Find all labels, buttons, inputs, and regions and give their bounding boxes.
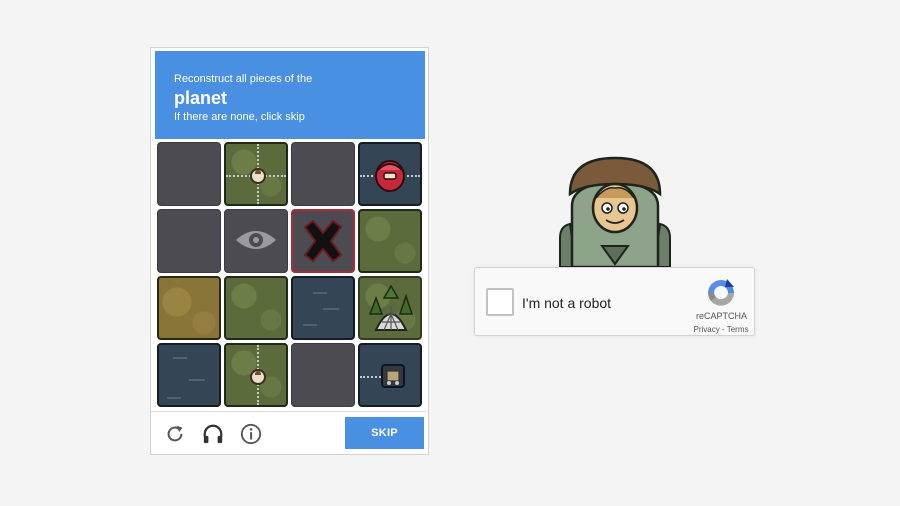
water-ripple <box>173 357 187 359</box>
instruction-text: Reconstruct all pieces of the <box>174 73 313 85</box>
tile-r1-c1[interactable] <box>224 209 288 273</box>
target-object-text: planet <box>174 88 228 108</box>
tile-r1-c3[interactable] <box>358 209 422 273</box>
tile-r3-c2[interactable] <box>291 343 355 407</box>
tile-r1-c0[interactable] <box>157 209 221 273</box>
headphones-icon[interactable] <box>202 423 224 445</box>
not-robot-label[interactable]: I'm not a robot <box>522 295 611 311</box>
skip-button[interactable]: SKIP <box>345 417 424 449</box>
tile-r2-c2[interactable] <box>291 276 355 340</box>
recaptcha-logo-icon <box>708 279 734 306</box>
dome-trees-icon <box>368 284 414 331</box>
challenge-header: Reconstruct all pieces of the planet If … <box>155 51 425 139</box>
mascot-illustration <box>559 156 671 267</box>
water-ripple <box>189 379 205 381</box>
tile-r2-c3[interactable] <box>358 276 422 340</box>
red-portal-icon <box>375 160 405 192</box>
reload-icon[interactable] <box>164 423 186 445</box>
acorn-hub-icon <box>250 168 266 184</box>
privacy-link[interactable]: Privacy <box>694 325 720 334</box>
tile-r2-c1[interactable] <box>224 276 288 340</box>
tile-r0-c3[interactable] <box>358 142 422 206</box>
tile-r2-c0[interactable] <box>157 276 221 340</box>
tile-r3-c1[interactable] <box>224 343 288 407</box>
tile-r1-c2[interactable] <box>291 209 355 273</box>
tile-r0-c2[interactable] <box>291 142 355 206</box>
hint-text: If there are none, click skip <box>174 111 305 123</box>
tile-grid <box>155 140 425 410</box>
captcha-challenge-panel: Reconstruct all pieces of the planet If … <box>150 47 429 455</box>
x-mark-icon <box>303 219 343 263</box>
terms-link[interactable]: Terms <box>727 325 749 334</box>
mine-cart-icon <box>381 364 405 388</box>
water-ripple <box>167 397 181 399</box>
eye-icon <box>236 231 276 249</box>
info-icon[interactable] <box>240 423 262 445</box>
tile-r3-c3[interactable] <box>358 343 422 407</box>
recaptcha-links: Privacy - Terms <box>689 325 753 334</box>
recaptcha-widget: I'm not a robot reCAPTCHA Privacy - Term… <box>474 267 755 336</box>
recaptcha-brand: reCAPTCHA <box>696 311 748 321</box>
links-separator: - <box>719 325 727 334</box>
tile-r3-c0[interactable] <box>157 343 221 407</box>
tile-r0-c0[interactable] <box>157 142 221 206</box>
acorn-hub-icon <box>250 369 266 385</box>
footer-divider <box>151 411 428 412</box>
not-robot-checkbox[interactable] <box>486 288 514 316</box>
water-ripple <box>323 308 339 310</box>
water-ripple <box>313 292 327 294</box>
water-ripple <box>303 324 317 326</box>
tile-r0-c1[interactable] <box>224 142 288 206</box>
